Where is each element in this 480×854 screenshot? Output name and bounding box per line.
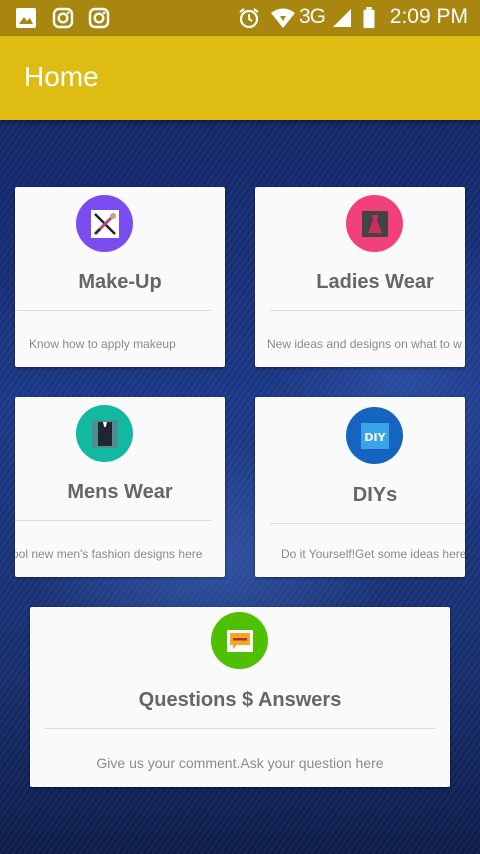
diy-description: Do it Yourself!Get some ideas here [281, 547, 465, 561]
makeup-description: Know how to apply makeup [29, 337, 176, 351]
ladies-wear-description: New ideas and designs on what to w [267, 337, 462, 351]
diy-card[interactable]: DIY DIYs Do it Yourself!Get some ideas h… [255, 397, 465, 577]
makeup-divider [15, 310, 211, 311]
status-time: 2:09 PM [389, 5, 468, 28]
diy-title: DIYs [352, 484, 398, 506]
mens-wear-icon-circle [76, 405, 133, 462]
diy-icon-text: DIY [364, 431, 386, 444]
makeup-brush-icon [90, 209, 119, 238]
instagram-icon [52, 7, 74, 29]
diy-icon-circle: DIY [346, 407, 403, 464]
diy-divider [270, 523, 465, 524]
chat-bubble-icon [226, 629, 253, 652]
mens-wear-title: Mens Wear [67, 481, 173, 503]
wifi-icon [271, 8, 295, 28]
questions-answers-divider [45, 728, 435, 729]
mens-wear-card[interactable]: Mens Wear ool new men's fashion designs … [15, 397, 225, 577]
ladies-wear-icon-circle [346, 195, 403, 252]
makeup-icon-circle [76, 195, 133, 252]
status-bar: 3G 2:09 PM [0, 0, 480, 36]
questions-answers-card[interactable]: Questions $ Answers Give us your comment… [30, 607, 450, 787]
makeup-card[interactable]: Make-Up Know how to apply makeup [15, 187, 225, 367]
makeup-title: Make-Up [78, 271, 162, 293]
page-title: Home [24, 61, 99, 92]
ladies-wear-title: Ladies Wear [316, 271, 434, 293]
ladies-wear-card[interactable]: Ladies Wear New ideas and designs on wha… [255, 187, 465, 367]
app-bar: Home [0, 36, 480, 120]
instagram-icon [88, 7, 110, 29]
network-type-label: 3G [299, 5, 326, 28]
questions-answers-icon-circle [211, 612, 268, 669]
gallery-icon [16, 8, 36, 28]
suit-icon [91, 419, 118, 448]
ladies-wear-divider [270, 310, 465, 311]
signal-icon [333, 9, 351, 27]
alarm-icon [239, 8, 259, 29]
diy-icon: DIY [360, 422, 389, 449]
questions-answers-description: Give us your comment.Ask your question h… [96, 755, 384, 771]
mens-wear-description: ool new men's fashion designs here [15, 547, 203, 561]
questions-answers-title: Questions $ Answers [138, 689, 342, 711]
battery-icon [363, 7, 375, 29]
dress-icon [361, 210, 388, 237]
mens-wear-divider [15, 520, 211, 521]
